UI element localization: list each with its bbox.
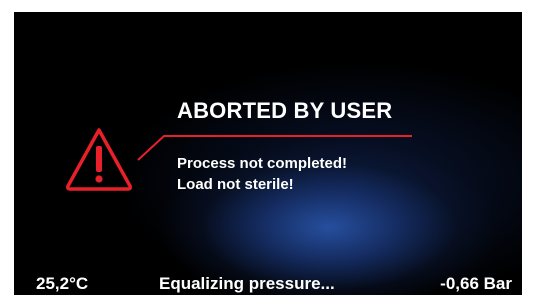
device-frame: ABORTED BY USER Process not completed! L… (0, 0, 535, 307)
warning-triangle-icon (66, 128, 132, 191)
temperature-readout: 25,2°C (36, 274, 89, 293)
process-status-text: Equalizing pressure... (159, 274, 335, 293)
alert-title: ABORTED BY USER (177, 98, 393, 123)
alert-message-process: Process not completed! (177, 155, 348, 172)
pressure-readout: -0,66 Bar (440, 274, 512, 293)
alert-message-load: Load not sterile! (177, 176, 294, 193)
display-screen: ABORTED BY USER Process not completed! L… (14, 12, 522, 295)
